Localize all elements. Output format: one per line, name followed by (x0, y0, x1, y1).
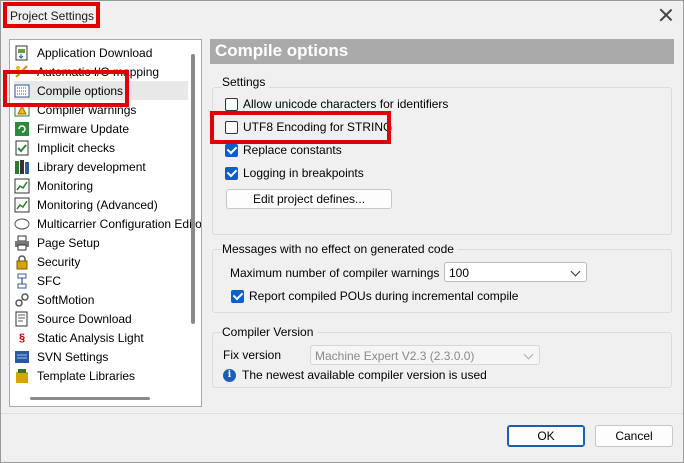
sidebar-item-page-setup[interactable]: Page Setup (14, 233, 188, 252)
cancel-button[interactable]: Cancel (595, 425, 673, 447)
panel-header: Compile options (210, 39, 674, 64)
sidebar-item-compiler-warnings[interactable]: Compiler warnings (14, 100, 188, 119)
sidebar-item-library-development[interactable]: Library development (14, 157, 188, 176)
category-list[interactable]: Application Download Automatic I/O mappi… (9, 39, 202, 407)
io-mapping-icon (14, 64, 30, 80)
horizontal-scrollbar[interactable] (30, 397, 150, 400)
info-icon: i (223, 368, 236, 382)
monitoring-icon (14, 178, 30, 194)
template-libraries-icon (14, 368, 30, 384)
compiler-warnings-icon (14, 102, 30, 118)
compiler-version-group-label: Compiler Version (222, 325, 318, 339)
sidebar-item-implicit-checks[interactable]: Implicit checks (14, 138, 188, 157)
sidebar-item-multicarrier-configuration[interactable]: Multicarrier Configuration Edito (14, 214, 201, 233)
settings-group-label: Settings (222, 75, 270, 89)
max-warnings-label: Maximum number of compiler warnings (230, 266, 440, 280)
sidebar-item-monitoring-advanced[interactable]: Monitoring (Advanced) (14, 195, 188, 214)
library-development-icon (14, 159, 30, 175)
messages-group (212, 249, 672, 313)
sidebar-item-security[interactable]: Security (14, 252, 188, 271)
report-compiled-checkbox[interactable] (231, 289, 244, 303)
option-logging-breakpoints[interactable]: Logging in breakpoints (225, 166, 364, 180)
max-warnings-dropdown[interactable]: 100 (444, 262, 587, 282)
implicit-checks-icon (14, 140, 30, 156)
softmotion-icon (14, 292, 30, 308)
allow-unicode-checkbox[interactable] (225, 97, 238, 111)
sidebar-item-source-download[interactable]: Source Download (14, 309, 188, 328)
chevron-down-icon (523, 349, 534, 360)
option-report-compiled-pous[interactable]: Report compiled POUs during incremental … (231, 289, 518, 303)
utf8-encoding-checkbox[interactable] (225, 120, 238, 134)
project-settings-dialog: Project Settings Application Download Au… (0, 0, 684, 463)
sidebar-item-monitoring[interactable]: Monitoring (14, 176, 188, 195)
title-bar: Project Settings (1, 1, 683, 31)
vertical-scrollbar[interactable] (191, 54, 195, 324)
ok-button[interactable]: OK (507, 425, 585, 447)
sidebar-item-firmware-update[interactable]: Firmware Update (14, 119, 188, 138)
static-analysis-icon: § (18, 331, 26, 344)
security-icon (14, 254, 30, 270)
sfc-icon (14, 273, 30, 289)
option-utf8-encoding[interactable]: UTF8 Encoding for STRING (225, 120, 392, 134)
sidebar-item-automatic-io-mapping[interactable]: Automatic I/O mapping (14, 62, 188, 81)
replace-constants-checkbox[interactable] (225, 143, 238, 157)
download-app-icon (14, 45, 30, 61)
svn-icon (14, 349, 30, 365)
option-replace-constants[interactable]: Replace constants (225, 143, 342, 157)
footer-separator (1, 413, 683, 414)
sidebar-item-static-analysis-light[interactable]: § Static Analysis Light (14, 328, 188, 347)
firmware-update-icon (14, 121, 30, 137)
source-download-icon (14, 311, 30, 327)
window-title: Project Settings (10, 9, 95, 23)
sidebar-item-sfc[interactable]: SFC (14, 271, 188, 290)
printer-icon (14, 235, 30, 251)
compile-options-panel: Compile options Settings Allow unicode c… (210, 39, 674, 407)
sidebar-item-template-libraries[interactable]: Template Libraries (14, 366, 188, 385)
sidebar-item-svn-settings[interactable]: SVN Settings (14, 347, 188, 366)
close-icon[interactable] (659, 8, 673, 22)
option-allow-unicode[interactable]: Allow unicode characters for identifiers (225, 97, 448, 111)
edit-project-defines-button[interactable]: Edit project defines... (226, 189, 392, 209)
sidebar-item-softmotion[interactable]: SoftMotion (14, 290, 188, 309)
fix-version-dropdown[interactable]: Machine Expert V2.3 (2.3.0.0) (310, 345, 540, 365)
compile-options-icon (14, 83, 30, 99)
logging-breakpoints-checkbox[interactable] (225, 166, 238, 180)
sidebar-item-application-download[interactable]: Application Download (14, 43, 188, 62)
fix-version-label: Fix version (223, 348, 282, 362)
monitoring-advanced-icon (14, 197, 30, 213)
chevron-down-icon (570, 266, 581, 277)
messages-group-label: Messages with no effect on generated cod… (222, 242, 458, 256)
sidebar-item-compile-options[interactable]: Compile options (14, 81, 188, 100)
compiler-info: i The newest available compiler version … (223, 368, 487, 382)
multicarrier-icon (14, 216, 30, 232)
